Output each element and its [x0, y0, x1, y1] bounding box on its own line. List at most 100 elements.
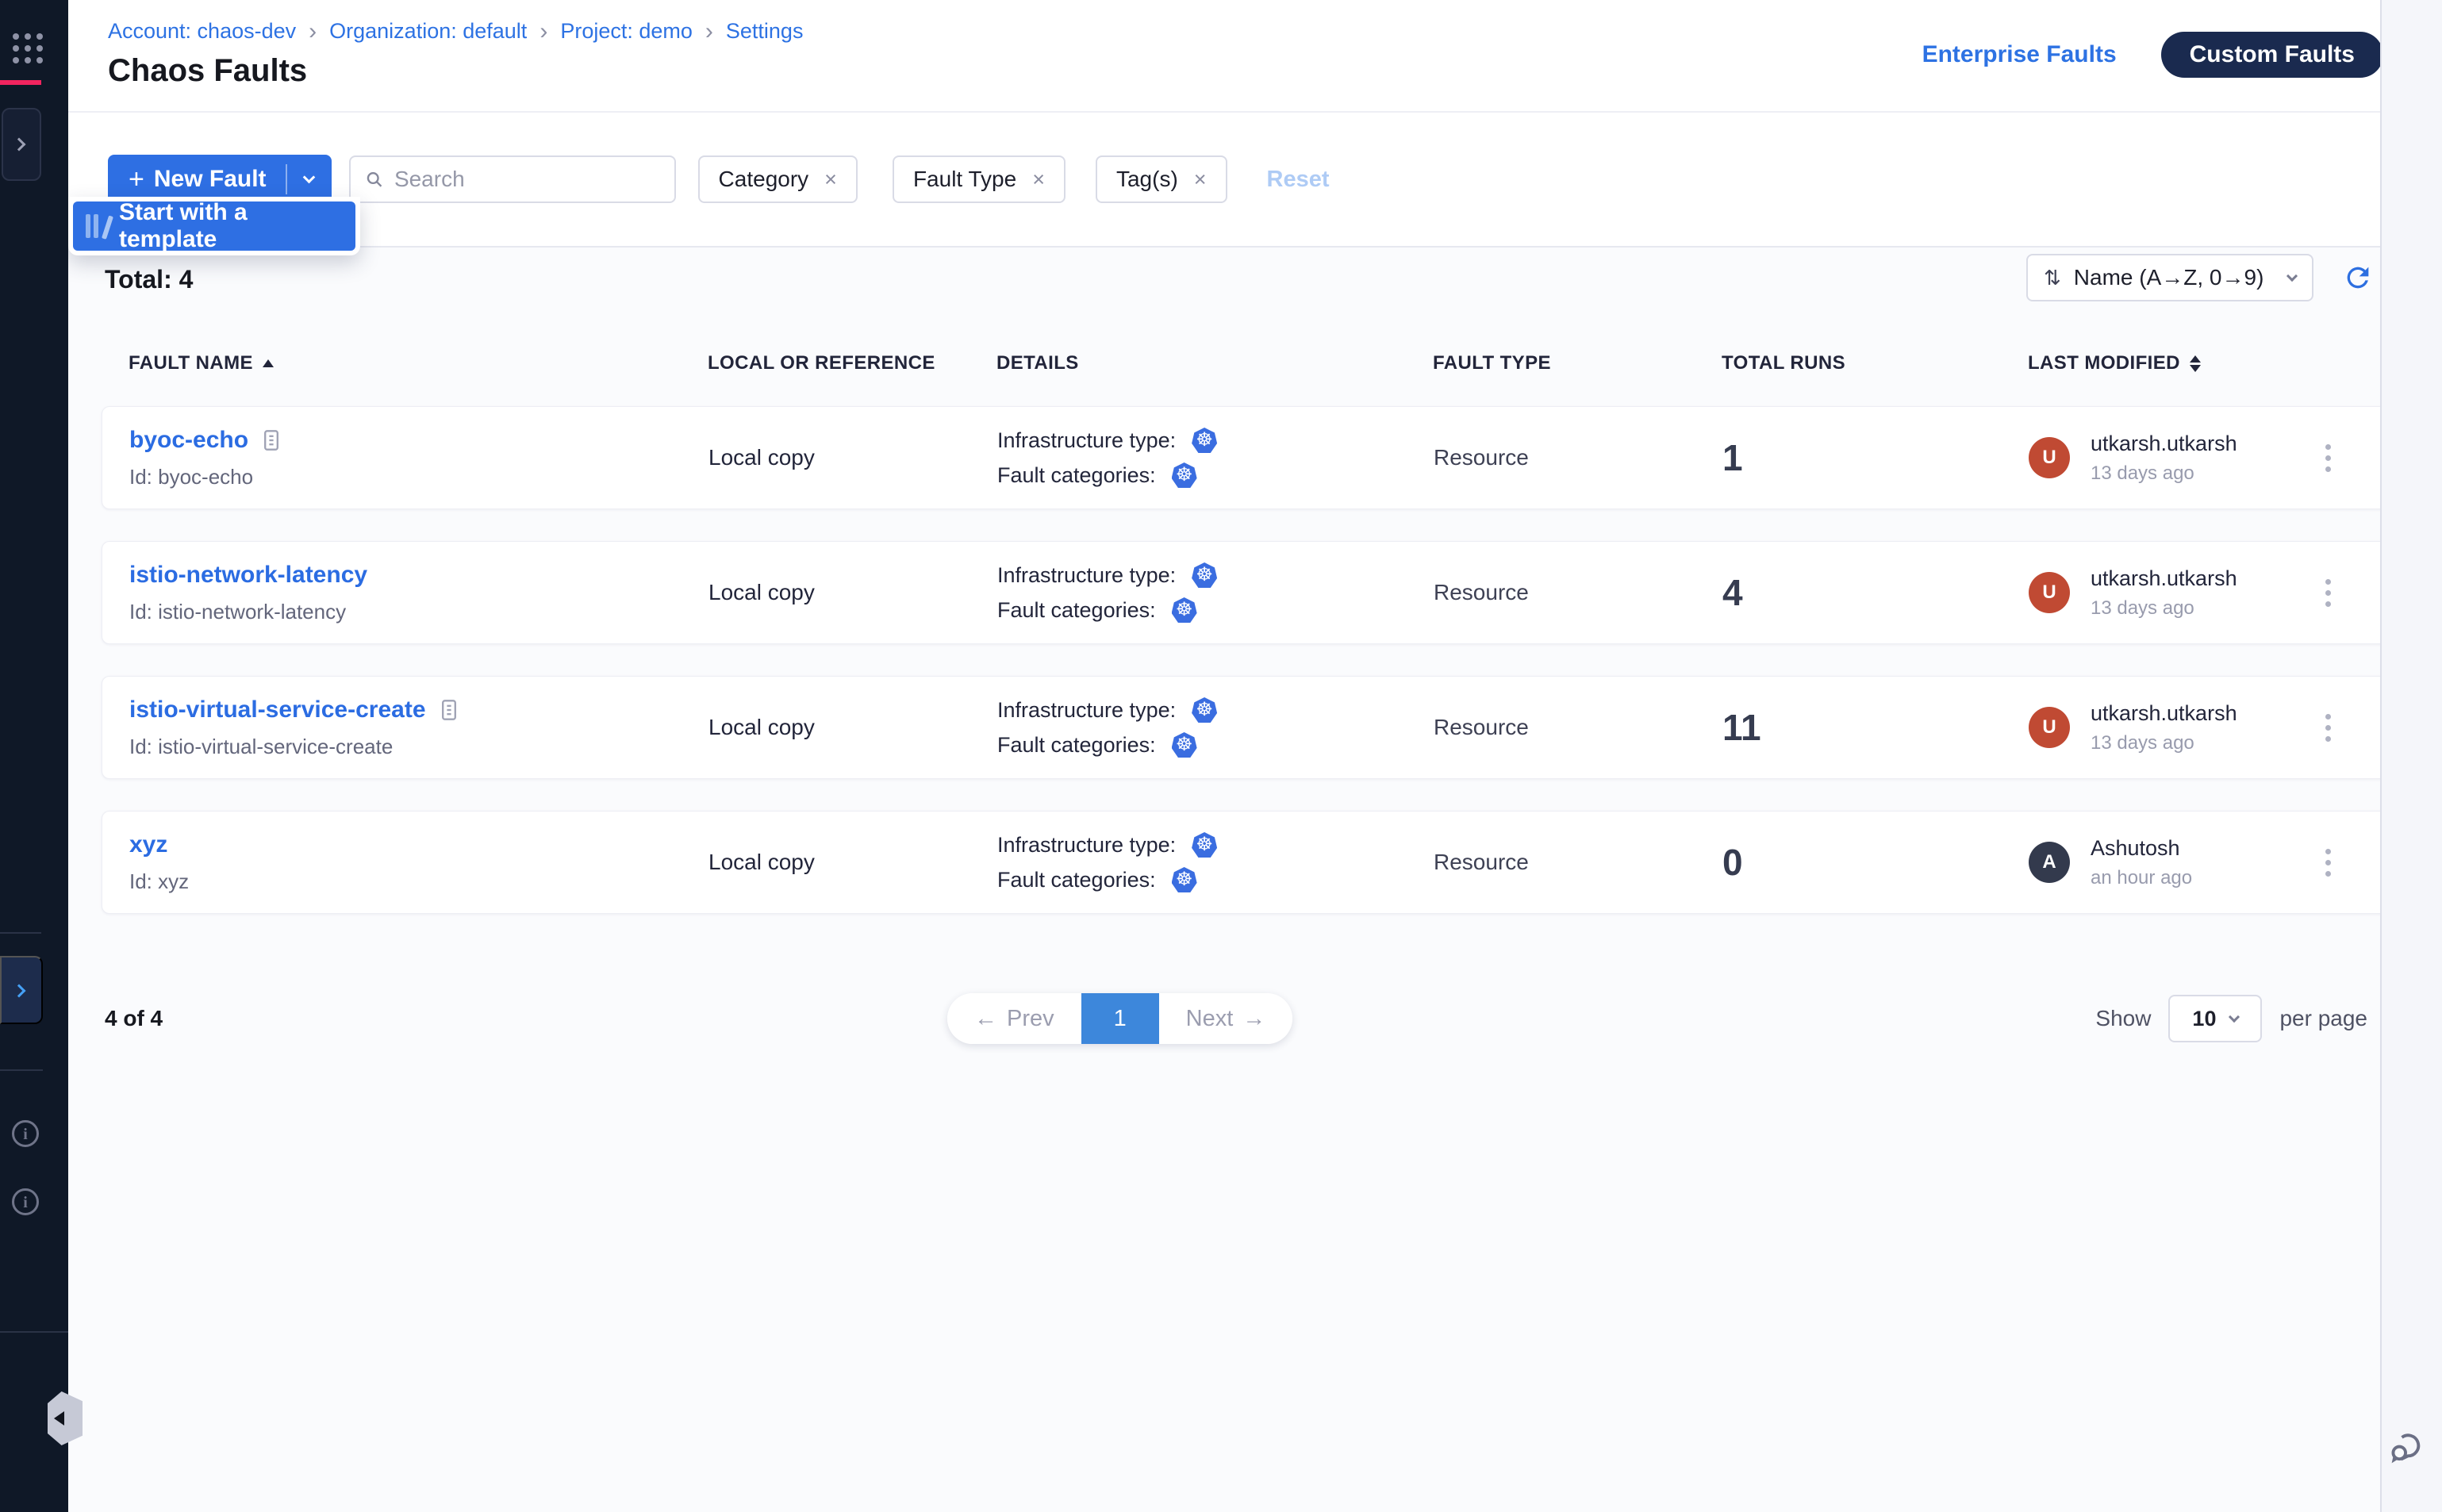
kubernetes-icon: ☸ [1172, 867, 1197, 892]
breadcrumb-project-link[interactable]: Project: demo [560, 19, 693, 44]
filter-label: Category [719, 167, 809, 192]
last-modified-cell: U utkarsh.utkarsh 13 days ago [2029, 701, 2314, 754]
page-size-select[interactable]: 10 [2168, 995, 2262, 1042]
chevron-right-icon [13, 984, 26, 998]
apps-grid-icon[interactable] [13, 33, 43, 63]
modified-by-user: utkarsh.utkarsh [2091, 566, 2237, 591]
refresh-icon [2342, 262, 2374, 294]
prev-page-button[interactable]: ← Prev [947, 993, 1081, 1044]
sort-updown-icon: ⇅ [2044, 266, 2061, 290]
column-last-modified[interactable]: LAST MODIFIED [2028, 352, 2313, 374]
sort-asc-icon [263, 359, 274, 367]
triangle-left-icon [54, 1411, 64, 1426]
last-modified-cell: A Ashutosh an hour ago [2029, 836, 2314, 889]
refresh-button[interactable] [2342, 262, 2374, 294]
module-expand-button[interactable] [2, 108, 41, 181]
start-with-template-menu-item[interactable]: Start with a template [73, 201, 355, 251]
fault-type-value: Resource [1434, 850, 1722, 875]
total-runs-value: 4 [1722, 571, 2029, 614]
fault-type-value: Resource [1434, 715, 1722, 740]
sort-dropdown[interactable]: ⇅ Name (A→Z, 0→9) [2026, 254, 2313, 301]
breadcrumb-account-link[interactable]: Account: chaos-dev [108, 19, 296, 44]
new-fault-label: New Fault [154, 166, 267, 193]
row-menu-button[interactable] [2317, 571, 2339, 615]
fault-name-link[interactable]: istio-network-latency [129, 562, 367, 589]
info-icon[interactable]: i [12, 1188, 39, 1215]
faults-table: byoc-echo Id: byoc-echo Local copy Infra… [102, 406, 2388, 914]
row-menu-button[interactable] [2317, 841, 2339, 885]
reset-filters-link[interactable]: Reset [1267, 167, 1330, 193]
breadcrumb-settings-link[interactable]: Settings [726, 19, 804, 44]
modified-by-user: utkarsh.utkarsh [2091, 701, 2237, 726]
chevron-down-icon [2286, 271, 2298, 282]
plus-icon: + [129, 167, 144, 191]
brand-accent-line [0, 80, 41, 85]
details-cell: Infrastructure type:☸ Fault categories:☸ [997, 562, 1434, 623]
sidebar-expand-button[interactable] [0, 956, 43, 1024]
avatar: A [2029, 842, 2070, 883]
total-runs-value: 11 [1722, 706, 2029, 749]
table-header-row: FAULT NAME LOCAL OR REFERENCE DETAILS FA… [102, 340, 2388, 387]
table-row[interactable]: istio-virtual-service-create Id: istio-v… [102, 676, 2388, 779]
total-runs-value: 0 [1722, 841, 2029, 884]
chevron-down-icon [2229, 1011, 2240, 1023]
close-icon[interactable]: × [824, 167, 837, 192]
total-runs-value: 1 [1722, 436, 2029, 479]
filter-fault-type-chip[interactable]: Fault Type × [893, 155, 1065, 203]
sidebar-divider [0, 1069, 43, 1071]
avatar: U [2029, 707, 2070, 748]
avatar: U [2029, 572, 2070, 613]
fault-name-link[interactable]: istio-virtual-service-create [129, 697, 426, 723]
pagination-bar: 4 of 4 ← Prev 1 Next → Show 10 [68, 993, 2442, 1046]
row-menu-button[interactable] [2317, 706, 2339, 750]
fault-id: Id: istio-virtual-service-create [129, 735, 708, 759]
filter-category-chip[interactable]: Category × [698, 155, 858, 203]
close-icon[interactable]: × [1032, 167, 1045, 192]
search-input[interactable] [394, 167, 660, 192]
infrastructure-type-label: Infrastructure type: [997, 428, 1176, 453]
infrastructure-type-label: Infrastructure type: [997, 563, 1176, 588]
scrollbar-gutter[interactable] [2380, 0, 2442, 1512]
next-page-button[interactable]: Next → [1159, 993, 1293, 1044]
row-menu-button[interactable] [2317, 436, 2339, 480]
copy-icon[interactable] [439, 697, 459, 723]
infrastructure-type-label: Infrastructure type: [997, 698, 1176, 723]
info-icon[interactable]: i [12, 1120, 39, 1147]
copy-icon[interactable] [261, 428, 282, 453]
arrow-left-icon: ← [974, 1006, 997, 1032]
modified-time: 13 days ago [2091, 597, 2237, 620]
fault-categories-label: Fault categories: [997, 598, 1156, 623]
page-1-button[interactable]: 1 [1081, 993, 1159, 1044]
chevron-right-icon [13, 138, 26, 152]
modified-time: 13 days ago [2091, 732, 2237, 754]
toolbar: + New Fault Category × Fault Type × [68, 111, 2442, 246]
pager: ← Prev 1 Next → [947, 993, 1292, 1044]
breadcrumb-organization-link[interactable]: Organization: default [329, 19, 527, 44]
table-row[interactable]: istio-network-latency Id: istio-network-… [102, 541, 2388, 644]
enterprise-faults-link[interactable]: Enterprise Faults [1922, 41, 2117, 68]
new-fault-dropdown-toggle[interactable] [287, 178, 332, 182]
show-label: Show [2095, 1006, 2151, 1031]
chevron-separator-icon: › [705, 21, 713, 42]
kubernetes-icon: ☸ [1172, 597, 1197, 623]
filter-label: Tag(s) [1116, 167, 1178, 192]
close-icon[interactable]: × [1194, 167, 1207, 192]
support-chat-icon[interactable] [2386, 1428, 2428, 1473]
fault-type-value: Resource [1434, 580, 1722, 605]
table-row[interactable]: xyz Id: xyz Local copy Infrastructure ty… [102, 811, 2388, 914]
custom-faults-button[interactable]: Custom Faults [2161, 32, 2383, 78]
column-fault-name[interactable]: FAULT NAME [102, 352, 708, 374]
sidebar-collapse-handle[interactable] [48, 1391, 83, 1445]
fault-name-link[interactable]: xyz [129, 831, 167, 858]
fault-name-link[interactable]: byoc-echo [129, 427, 248, 454]
faults-list-section: Total: 4 ⇅ Name (A→Z, 0→9) FAULT NAME LO… [68, 246, 2442, 1512]
kubernetes-icon: ☸ [1172, 732, 1197, 758]
chaos-faults-page: i i Account: chaos-dev › Organization: d… [0, 0, 2442, 1512]
modified-by-user: utkarsh.utkarsh [2091, 432, 2237, 456]
modified-time: 13 days ago [2091, 462, 2237, 485]
filter-tags-chip[interactable]: Tag(s) × [1096, 155, 1227, 203]
local-or-reference-value: Local copy [708, 580, 997, 605]
chevron-separator-icon: › [309, 21, 317, 42]
details-cell: Infrastructure type:☸ Fault categories:☸ [997, 832, 1434, 892]
table-row[interactable]: byoc-echo Id: byoc-echo Local copy Infra… [102, 406, 2388, 509]
